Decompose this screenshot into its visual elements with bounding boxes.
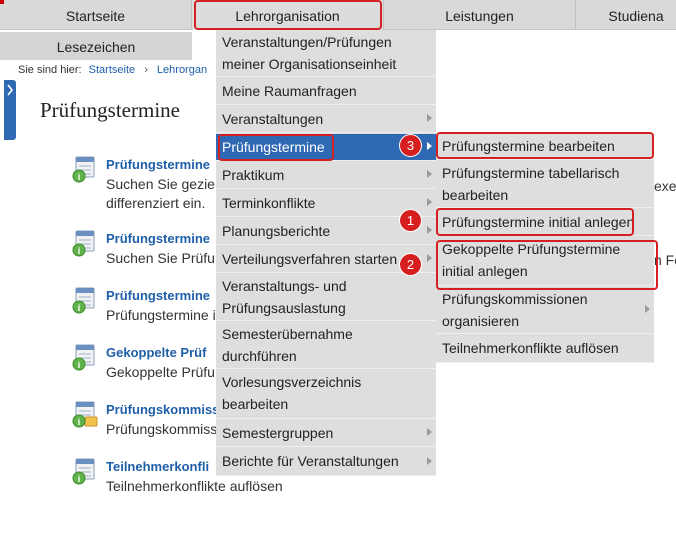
menu-item-label: bearbeiten	[442, 187, 509, 203]
sidebar-toggle[interactable]	[4, 80, 16, 140]
truncated-text-right-2: n Fo	[654, 252, 676, 268]
entry-description: Gekoppelte Prüfu	[106, 364, 215, 380]
menu1-item[interactable]: Berichte für Veranstaltungen	[216, 448, 436, 476]
menu-item-label: Prüfungstermine bearbeiten	[442, 138, 615, 154]
entry-description: Suchen Sie Prüfu	[106, 250, 215, 266]
menu-item-label: Semestergruppen	[222, 425, 334, 441]
nav-lehrorganisation[interactable]: Lehrorganisation	[192, 0, 384, 30]
nav-studienangebot[interactable]: Studiena	[576, 0, 676, 30]
menu2-item[interactable]: Prüfungstermine bearbeiten	[436, 133, 654, 160]
breadcrumb-separator: ›	[144, 64, 148, 76]
nav-leistungen[interactable]: Leistungen	[384, 0, 576, 30]
menu-item-label: Veranstaltungs- und	[222, 278, 347, 294]
submenu-arrow-icon	[427, 254, 432, 262]
menu2-item[interactable]: Teilnehmerkonflikte auflösen	[436, 335, 654, 363]
menu-item-label: initial anlegen	[442, 263, 528, 279]
pruefungstermine-submenu: Prüfungstermine bearbeiten Prüfungstermin…	[436, 133, 654, 363]
submenu-arrow-icon	[427, 170, 432, 178]
menu2-item[interactable]: Prüfungstermine initial anlegen	[436, 209, 654, 236]
menu-item-label: bearbeiten	[222, 396, 289, 412]
menu-item-label: meiner Organisationseinheit	[222, 56, 397, 72]
entry-description: Teilnehmerkonflikte auflösen	[106, 478, 283, 494]
submenu-arrow-icon	[427, 226, 432, 234]
entry-title-link[interactable]: Gekoppelte Prüf	[106, 345, 206, 360]
svg-text:i: i	[78, 417, 81, 427]
entry-title-link[interactable]: Prüfungskommiss	[106, 402, 219, 417]
entry-description: Prüfungskommiss	[106, 421, 218, 437]
svg-text:i: i	[78, 172, 81, 182]
entry-description-line2: differenziert ein.	[106, 195, 206, 211]
calendar-info-icon: i	[72, 344, 98, 371]
calendar-info-icon: i	[72, 287, 98, 314]
top-navigation: Startseite Lehrorganisation Leistungen S…	[0, 0, 676, 30]
menu1-item[interactable]: Vorlesungsverzeichnis bearbeiten	[216, 370, 436, 419]
entry-title-link[interactable]: Teilnehmerkonfli	[106, 459, 209, 474]
step-badge-1: 1	[400, 210, 421, 231]
entry-title-link[interactable]: Prüfungstermine	[106, 288, 210, 303]
svg-text:i: i	[78, 360, 81, 370]
menu-item-label: durchführen	[222, 348, 297, 364]
menu2-item[interactable]: Prüfungskommissionen organisieren	[436, 287, 654, 334]
menu1-item[interactable]: Veranstaltungen	[216, 106, 436, 133]
menu-item-label: Berichte für Veranstaltungen	[222, 453, 399, 469]
menu-item-label: Veranstaltungen/Prüfungen	[222, 34, 392, 50]
menu-item-label: Veranstaltungen	[222, 111, 324, 127]
calendar-info-icon: i	[72, 156, 98, 183]
menu-item-label: Teilnehmerkonflikte auflösen	[442, 340, 619, 356]
svg-text:i: i	[78, 303, 81, 313]
menu1-item[interactable]: Semestergruppen	[216, 420, 436, 447]
menu1-item[interactable]: Veranstaltungs- und Prüfungsauslastung	[216, 274, 436, 321]
submenu-arrow-icon	[427, 198, 432, 206]
entry-title-link[interactable]: Prüfungstermine	[106, 231, 210, 246]
submenu-arrow-icon	[427, 114, 432, 122]
submenu-arrow-icon	[427, 456, 432, 465]
menu1-item[interactable]: Semesterübernahme durchführen	[216, 322, 436, 369]
submenu-arrow-icon	[645, 305, 650, 313]
menu2-item[interactable]: Prüfungstermine tabellarisch bearbeiten	[436, 161, 654, 208]
menu-item-label: Praktikum	[222, 167, 285, 183]
entry-description: Prüfungstermine i	[106, 307, 216, 323]
menu1-item[interactable]: Praktikum	[216, 162, 436, 189]
entry-title-link[interactable]: Prüfungstermine	[106, 157, 210, 172]
menu1-item[interactable]: Veranstaltungen/Prüfungen meiner Organisa…	[216, 30, 436, 77]
step-badge-3: 3	[400, 135, 421, 156]
breadcrumb-current-link[interactable]: Lehrorgan	[157, 64, 207, 76]
svg-text:i: i	[78, 246, 81, 256]
menu1-item[interactable]: Meine Raumanfragen	[216, 78, 436, 105]
bookmarks-button[interactable]: Lesezeichen	[0, 32, 192, 60]
truncated-text-right-1: exe	[654, 178, 676, 194]
menu-item-label: Prüfungstermine tabellarisch	[442, 165, 620, 181]
breadcrumb-prefix: Sie sind hier:	[18, 64, 82, 76]
entry-description: Suchen Sie gezie	[106, 176, 215, 192]
nav-startseite[interactable]: Startseite	[0, 0, 192, 30]
submenu-arrow-icon	[427, 142, 432, 150]
submenu-arrow-icon	[427, 428, 432, 436]
menu-item-label: Vorlesungsverzeichnis	[222, 374, 362, 390]
calendar-info-icon: i	[72, 230, 98, 257]
menu-item-label: Prüfungsauslastung	[222, 300, 346, 316]
step-badge-2: 2	[400, 254, 421, 275]
menu-item-label: Prüfungskommissionen	[442, 291, 588, 307]
menu-item-label: Meine Raumanfragen	[222, 83, 357, 99]
menu-item-label: Gekoppelte Prüfungstermine	[442, 241, 621, 257]
calendar-info-icon: i	[72, 458, 98, 485]
menu-item-label: Semesterübernahme	[222, 326, 353, 342]
menu2-item[interactable]: Gekoppelte Prüfungstermine initial anlege…	[436, 237, 654, 286]
calendar-folder-icon: i	[72, 401, 98, 428]
menu-item-label: Prüfungstermine initial anlegen	[442, 214, 635, 230]
breadcrumb-home-link[interactable]: Startseite	[89, 64, 135, 76]
breadcrumb: Sie sind hier: Startseite › Lehrorgan	[18, 64, 207, 76]
page-title: Prüfungstermine	[40, 98, 180, 122]
lehrorganisation-dropdown-menu: Veranstaltungen/Prüfungen meiner Organisa…	[216, 30, 436, 476]
menu-item-label: organisieren	[442, 313, 520, 329]
chevron-right-icon	[7, 84, 14, 96]
svg-text:i: i	[78, 474, 81, 484]
